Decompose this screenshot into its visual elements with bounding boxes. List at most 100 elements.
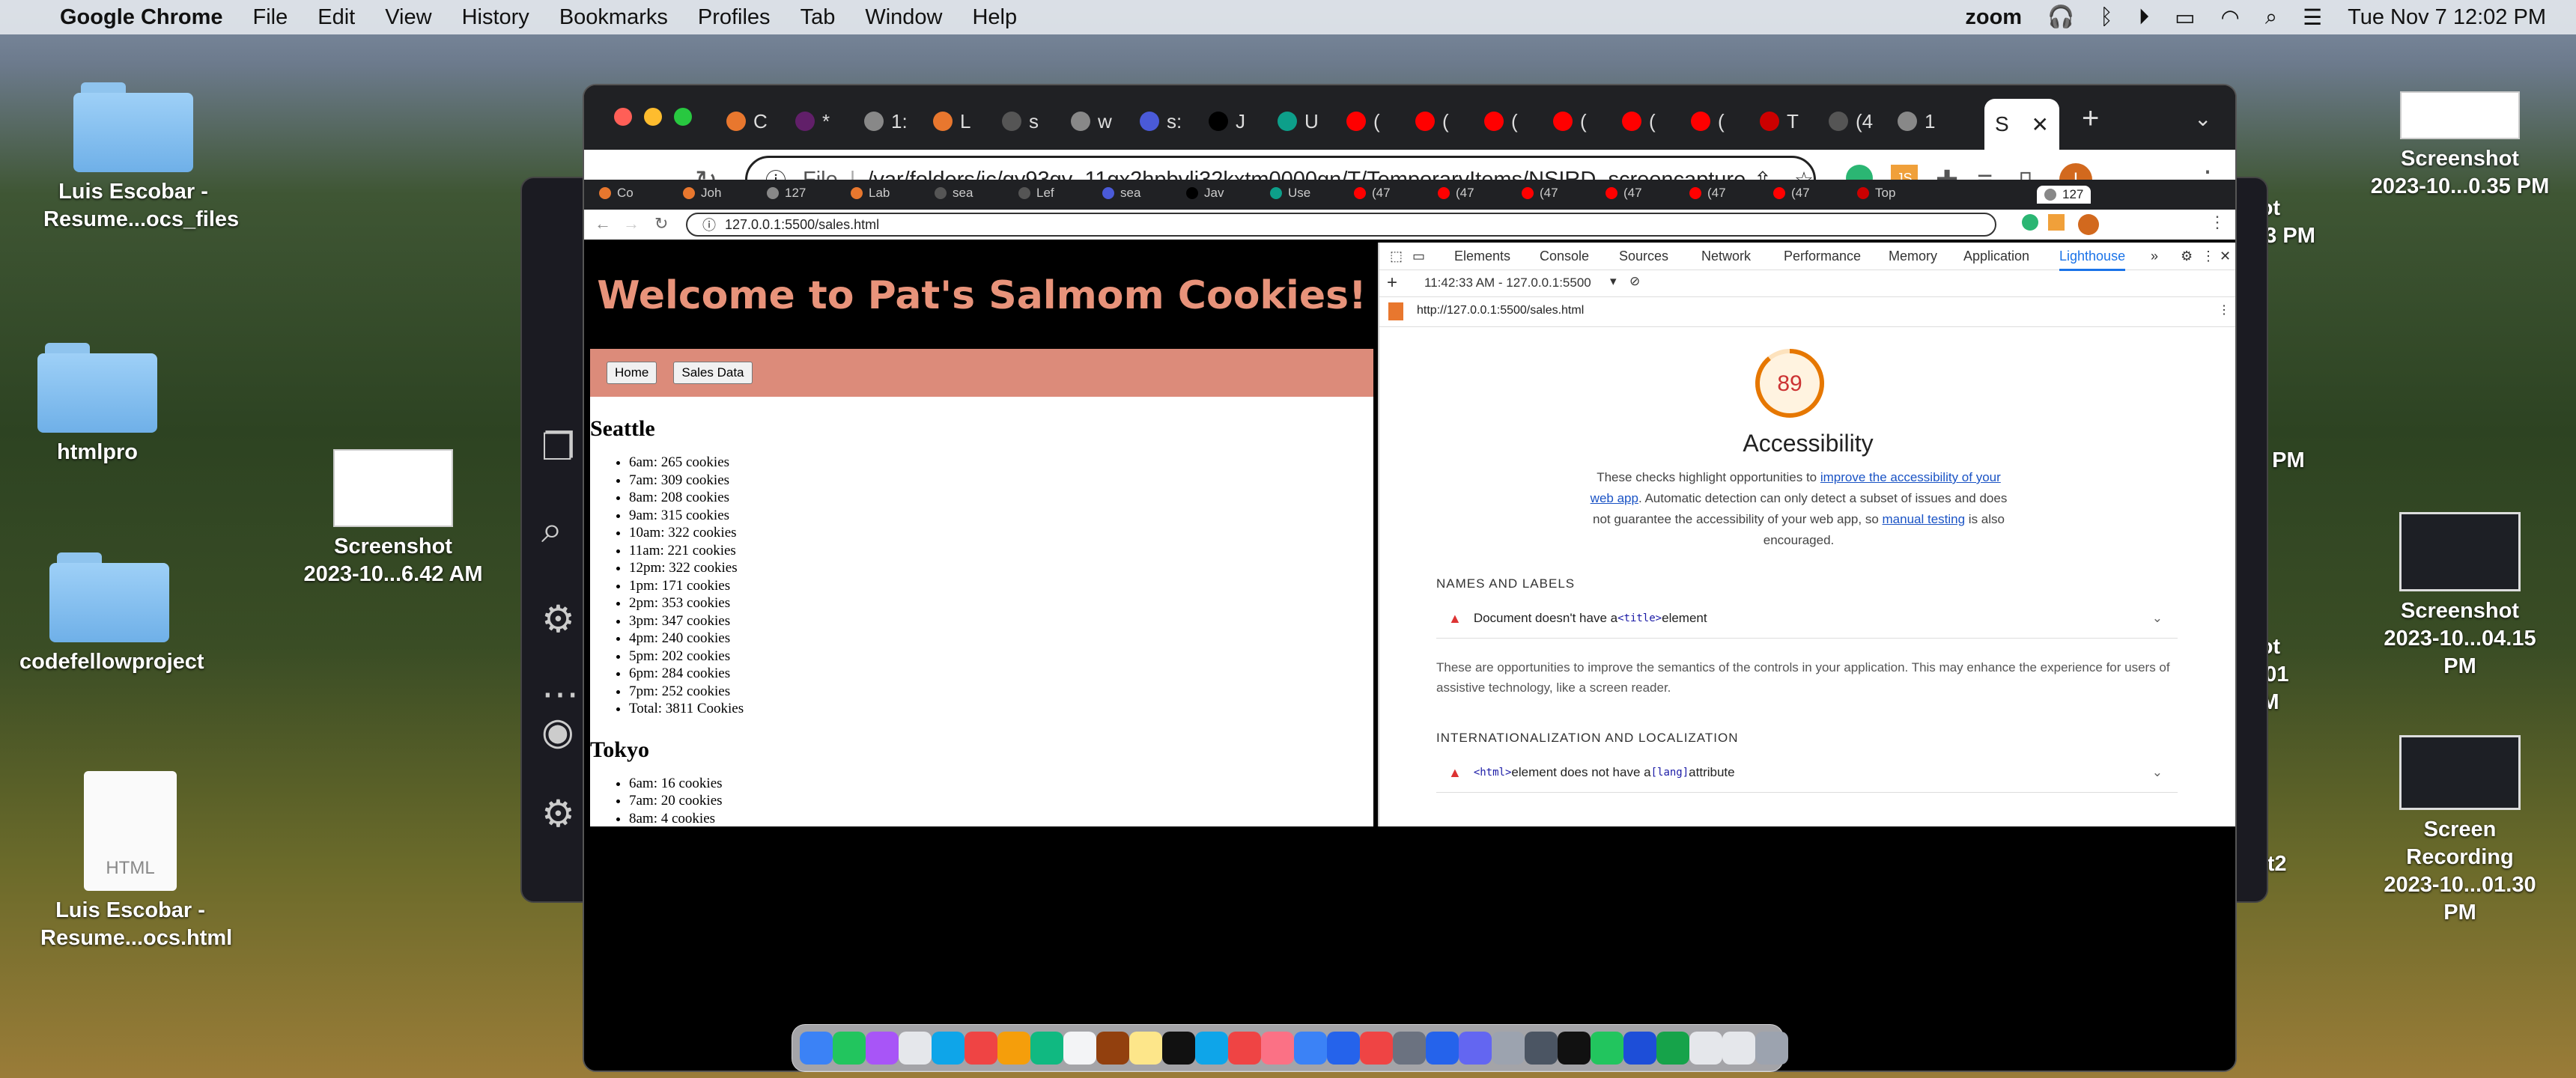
tab-search-icon[interactable]: ⌄	[2194, 106, 2211, 131]
browser-tab[interactable]: (	[1484, 106, 1518, 136]
settings-icon[interactable]: ⚙	[541, 792, 575, 835]
inner-browser-tab[interactable]: 127	[767, 186, 806, 201]
desktop-screenshot-3[interactable]: Screenshot 2023-10...04.15 PM	[2370, 512, 2550, 680]
zoom-window-button[interactable]	[674, 108, 692, 126]
inner-browser-tab[interactable]: Jav	[1186, 186, 1224, 201]
browser-tab[interactable]: s	[1002, 106, 1039, 136]
desktop-file-resume-html[interactable]: HTML Luis Escobar - Resume...ocs.html	[40, 771, 232, 952]
browser-tab[interactable]: T	[1760, 106, 1799, 136]
chevron-down-icon[interactable]: ⌄	[2152, 765, 2163, 780]
close-window-button[interactable]	[614, 108, 632, 126]
home-button[interactable]: Home	[607, 362, 657, 384]
tab-network[interactable]: Network	[1701, 249, 1751, 264]
profile-avatar[interactable]	[2078, 214, 2099, 235]
dock-app-icon[interactable]	[1294, 1032, 1327, 1065]
browser-tab[interactable]: 1:	[864, 106, 908, 136]
dock-app-icon[interactable]	[1426, 1032, 1459, 1065]
desktop-folder-htmlpro[interactable]: htmlpro	[7, 343, 187, 466]
search-icon[interactable]: ⌕	[2265, 5, 2277, 30]
browser-tab[interactable]: 1	[1898, 106, 1935, 136]
inner-browser-tab[interactable]: (47	[1606, 186, 1642, 201]
search-icon[interactable]: ⌕	[541, 508, 562, 552]
inner-browser-tab[interactable]: Use	[1270, 186, 1310, 201]
browser-tab[interactable]: U	[1278, 106, 1319, 136]
dock-app-icon[interactable]	[1261, 1032, 1294, 1065]
dock-app-icon[interactable]	[1459, 1032, 1492, 1065]
menu-history[interactable]: History	[462, 5, 529, 30]
dock-app-icon[interactable]	[1558, 1032, 1591, 1065]
debug-icon[interactable]: ⚙	[541, 597, 575, 641]
dock-app-icon[interactable]	[899, 1032, 932, 1065]
menu-tab[interactable]: Tab	[801, 5, 836, 30]
close-devtools-icon[interactable]: ✕	[2220, 249, 2231, 264]
browser-tab[interactable]: (4	[1829, 106, 1873, 136]
inner-browser-tab[interactable]: Joh	[683, 186, 721, 201]
headphones-icon[interactable]: 🎧	[2047, 4, 2074, 30]
dock-app-icon[interactable]	[1393, 1032, 1426, 1065]
inspect-icon[interactable]: ⬚	[1390, 249, 1403, 264]
inner-browser-tab[interactable]: (47	[1438, 186, 1474, 201]
menu-view[interactable]: View	[385, 5, 431, 30]
menu-edit[interactable]: Edit	[318, 5, 355, 30]
app-menu[interactable]: Google Chrome	[60, 5, 223, 30]
browser-tab[interactable]: (	[1415, 106, 1449, 136]
tab-performance[interactable]: Performance	[1784, 249, 1861, 264]
control-center-icon[interactable]: ☰	[2303, 4, 2322, 31]
bluetooth-icon[interactable]: ᛒ	[2100, 5, 2112, 30]
battery-icon[interactable]: ▭	[2175, 4, 2195, 31]
report-selector[interactable]: 11:42:33 AM - 127.0.0.1:5500	[1424, 275, 1591, 290]
wifi-icon[interactable]: ◠	[2221, 4, 2240, 31]
dock-app-icon[interactable]	[1689, 1032, 1722, 1065]
desktop-folder-resume-files[interactable]: Luis Escobar - Resume...ocs_files	[43, 82, 239, 234]
dock-app-icon[interactable]	[997, 1032, 1030, 1065]
desktop-folder-codefellowproject[interactable]: codefellowproject	[19, 552, 204, 676]
inner-address-bar[interactable]: ⓘ 127.0.0.1:5500/sales.html	[686, 213, 1996, 237]
browser-tab[interactable]: (	[1346, 106, 1380, 136]
tab-memory[interactable]: Memory	[1889, 249, 1937, 264]
tab-sources[interactable]: Sources	[1619, 249, 1668, 264]
tab-lighthouse[interactable]: Lighthouse	[2059, 249, 2126, 271]
minimize-window-button[interactable]	[644, 108, 662, 126]
dock-app-icon[interactable]	[833, 1032, 866, 1065]
dock-app-icon[interactable]	[1327, 1032, 1360, 1065]
dock-app-icon[interactable]	[1228, 1032, 1261, 1065]
dock-app-icon[interactable]	[866, 1032, 899, 1065]
browser-tab[interactable]: L	[933, 106, 970, 136]
browser-tab[interactable]: C	[726, 106, 768, 136]
account-icon[interactable]: ◉	[541, 710, 574, 753]
tab-console[interactable]: Console	[1540, 249, 1589, 264]
inner-browser-tab[interactable]: sea	[1102, 186, 1140, 201]
dock-app-icon[interactable]	[1623, 1032, 1656, 1065]
device-toolbar-icon[interactable]: ▭	[1412, 249, 1425, 264]
chevron-down-icon[interactable]: ⌄	[2152, 611, 2163, 626]
dock-app-icon[interactable]	[1656, 1032, 1689, 1065]
dropdown-caret-icon[interactable]: ▾	[1610, 274, 1617, 289]
dock-app-icon[interactable]	[1162, 1032, 1195, 1065]
play-icon[interactable]: ⏵	[2139, 5, 2150, 30]
inner-browser-tab[interactable]: (47	[1522, 186, 1558, 201]
browser-tab[interactable]: (	[1553, 106, 1587, 136]
inner-browser-tab[interactable]: Top	[1857, 186, 1895, 201]
browser-tab[interactable]: *	[795, 106, 830, 136]
sales-data-button[interactable]: Sales Data	[673, 362, 753, 384]
menu-kebab-icon[interactable]: ⋮	[2202, 249, 2215, 264]
menu-kebab-icon[interactable]: ⋮	[2218, 302, 2230, 317]
inner-back-icon[interactable]: ←	[595, 214, 611, 234]
audit-html-lang[interactable]: ▲ <html> element does not have a [lang] …	[1436, 753, 2178, 793]
dock-app-icon[interactable]	[1195, 1032, 1228, 1065]
new-tab-button[interactable]: +	[2082, 102, 2099, 135]
menu-bookmarks[interactable]: Bookmarks	[559, 5, 668, 30]
dock-app-icon[interactable]	[1722, 1032, 1755, 1065]
dock-app-icon[interactable]	[1492, 1032, 1525, 1065]
clear-reports-icon[interactable]: ⊘	[1629, 274, 1640, 289]
inner-browser-tab[interactable]: (47	[1773, 186, 1810, 201]
report-url[interactable]: http://127.0.0.1:5500/sales.html	[1417, 304, 1584, 317]
inner-forward-icon[interactable]: →	[623, 214, 640, 234]
close-tab-icon[interactable]: ✕	[2032, 112, 2049, 137]
dock-app-icon[interactable]	[1030, 1032, 1063, 1065]
settings-icon[interactable]: ⚙	[2181, 249, 2193, 264]
browser-tab[interactable]: J	[1209, 106, 1245, 136]
menubar-clock[interactable]: Tue Nov 7 12:02 PM	[2348, 5, 2546, 30]
desktop-screen-recording[interactable]: Screen Recording 2023-10...01.30 PM	[2370, 735, 2550, 927]
browser-tab[interactable]: s:	[1140, 106, 1182, 136]
